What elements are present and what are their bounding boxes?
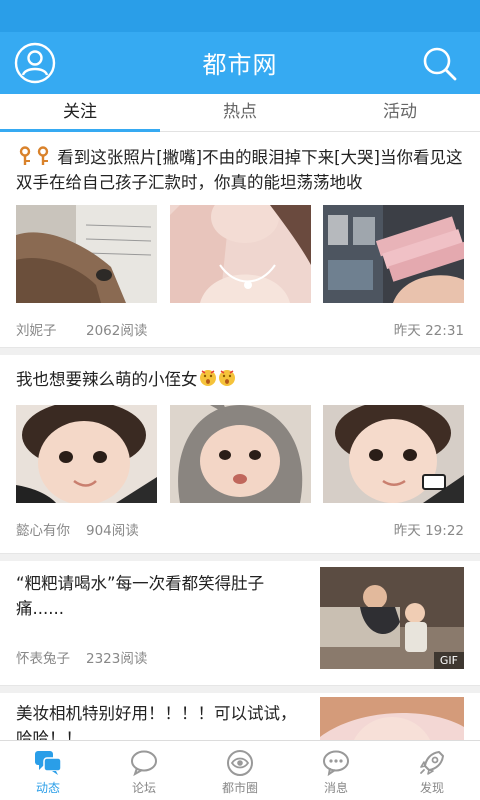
card-title: 看到这张照片[撇嘴]不由的眼泪掉下来[大哭]当你看见这双手在给自己孩子汇款时，你…: [16, 145, 466, 195]
card-title-text: 我也想要辣么萌的小侄女: [16, 370, 198, 389]
feed-card[interactable]: 我也想要辣么萌的小侄女 懿心有你 904阅读 昨天 19:22: [0, 355, 480, 553]
read-count: 904阅读: [86, 523, 139, 539]
emoji-icon: [199, 370, 216, 386]
author-name[interactable]: 怀表兔子: [16, 647, 86, 667]
card-title-text: 看到这张照片[撇嘴]不由的眼泪掉下来[大哭]当你看见这双手在给自己孩子汇款时，你…: [16, 148, 463, 192]
selfie-photo[interactable]: [320, 697, 464, 740]
post-time: 昨天 22:31: [393, 323, 464, 339]
tab-following[interactable]: 关注: [0, 94, 160, 132]
card-meta: 刘妮子 2062阅读 昨天 22:31: [16, 319, 464, 339]
nav-city-circle[interactable]: 都市圈: [192, 741, 288, 800]
nav-label: 发现: [419, 781, 444, 795]
speech-bubble-icon: [131, 750, 157, 777]
card-divider: [0, 347, 480, 355]
search-button[interactable]: [420, 44, 460, 84]
chat-bubbles-icon: [35, 751, 62, 775]
card-meta: 懿心有你 904阅读 昨天 19:22: [16, 519, 464, 539]
card-images: [16, 405, 464, 503]
author-name[interactable]: 懿心有你: [16, 519, 86, 539]
nav-discover[interactable]: 发现: [384, 741, 480, 800]
feed-card[interactable]: 看到这张照片[撇嘴]不由的眼泪掉下来[大哭]当你看见这双手在给自己孩子汇款时，你…: [0, 133, 480, 347]
money-in-hand-photo[interactable]: [323, 205, 464, 303]
card-title: 我也想要辣么萌的小侄女: [16, 367, 466, 392]
feed-card[interactable]: 美妆相机特别好用！！！！可以试试，哈哈！！: [0, 693, 480, 740]
feed-card[interactable]: “粑粑请喝水”每一次看都笑得肚子痛...... GIF 怀表兔子 2323阅读: [0, 561, 480, 685]
card-divider: [0, 685, 480, 693]
feed-list: 看到这张照片[撇嘴]不由的眼泪掉下来[大哭]当你看见这双手在给自己孩子汇款时，你…: [0, 133, 480, 740]
card-meta: 怀表兔子 2323阅读: [16, 647, 310, 667]
nav-label: 都市圈: [221, 781, 258, 795]
card-images: [16, 205, 464, 303]
eye-circle-icon: [227, 750, 253, 776]
woman-necklace-photo[interactable]: [169, 205, 311, 303]
tab-hot[interactable]: 热点: [160, 94, 320, 131]
old-hands-photo[interactable]: [16, 205, 157, 303]
message-dots-icon: [323, 750, 349, 777]
key-icon: [19, 146, 31, 165]
author-name[interactable]: 刘妮子: [16, 319, 86, 339]
search-icon: [423, 47, 457, 81]
nav-messages[interactable]: 消息: [288, 741, 384, 800]
card-title-text: 美妆相机特别好用！！！！可以试试，哈哈！！: [16, 704, 297, 740]
baby-photo-2[interactable]: [323, 405, 464, 503]
card-title-text: “粑粑请喝水”每一次看都笑得肚子痛......: [16, 574, 265, 618]
emoji-icon: [218, 370, 235, 386]
key-icon: [37, 146, 49, 165]
status-bar: [0, 0, 480, 32]
nav-dynamics[interactable]: 动态: [0, 741, 96, 800]
nav-label: 论坛: [131, 781, 156, 795]
tab-events[interactable]: 活动: [320, 94, 480, 131]
baby-photo-1[interactable]: [16, 405, 157, 503]
post-time: 昨天 19:22: [393, 523, 464, 539]
nav-label: 消息: [323, 781, 348, 795]
read-count: 2062阅读: [86, 323, 148, 339]
bottom-nav: 动态 论坛 都市圈 消息 发现: [0, 740, 480, 800]
app-header: 都市网: [0, 32, 480, 94]
read-count: 2323阅读: [86, 651, 148, 667]
nav-label: 动态: [35, 781, 60, 795]
baby-hood-photo[interactable]: [169, 405, 311, 503]
rocket-icon: [420, 751, 444, 775]
nav-forum[interactable]: 论坛: [96, 741, 192, 800]
app-title: 都市网: [202, 51, 278, 79]
gif-badge: GIF: [433, 652, 464, 669]
feed-tabs: 关注 热点 活动: [0, 94, 480, 132]
card-divider: [0, 553, 480, 561]
father-child-gif[interactable]: GIF: [320, 567, 464, 669]
